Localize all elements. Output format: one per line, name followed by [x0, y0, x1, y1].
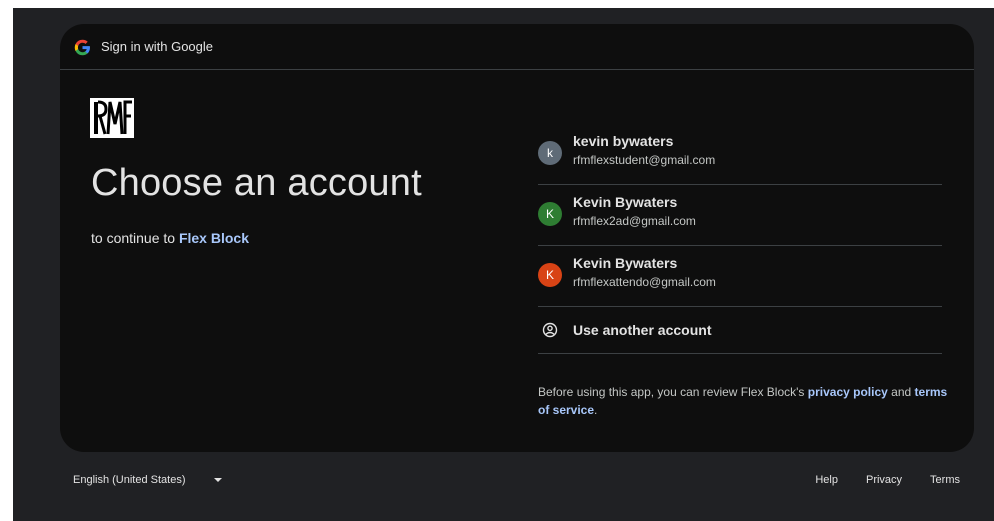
avatar: K [538, 202, 562, 226]
privacy-policy-link[interactable]: privacy policy [808, 385, 888, 399]
help-link[interactable]: Help [815, 474, 838, 486]
account-email: rfmflexattendo@gmail.com [573, 275, 716, 289]
chevron-down-icon [213, 478, 222, 482]
page-background: Sign in with Google Choose an account to… [13, 8, 994, 521]
rmf-logo-icon [90, 98, 134, 138]
policy-suffix: . [594, 403, 598, 417]
account-name: Kevin Bywaters [573, 255, 678, 271]
account-name: Kevin Bywaters [573, 194, 678, 210]
continue-line: to continue to Flex Block [91, 230, 249, 246]
header-title: Sign in with Google [101, 39, 214, 54]
account-email: rfmflexstudent@gmail.com [573, 153, 716, 167]
page-title: Choose an account [91, 162, 422, 204]
app-name-link[interactable]: Flex Block [179, 230, 249, 246]
account-circle-icon [542, 322, 558, 338]
policy-text: Before using this app, you can review Fl… [538, 383, 948, 419]
account-item[interactable]: K Kevin Bywaters rfmflex2ad@gmail.com [538, 185, 942, 246]
use-another-account-button[interactable]: Use another account [538, 307, 942, 354]
language-label: English (United States) [73, 474, 186, 486]
account-item[interactable]: K Kevin Bywaters rfmflexattendo@gmail.co… [538, 246, 942, 307]
terms-link[interactable]: Terms [930, 474, 960, 486]
sign-in-card: Sign in with Google Choose an account to… [60, 24, 974, 452]
account-name: kevin bywaters [573, 133, 674, 149]
avatar: K [538, 263, 562, 287]
account-email: rfmflex2ad@gmail.com [573, 214, 696, 228]
continue-prefix: to continue to [91, 230, 176, 246]
footer-links: Help Privacy Terms [787, 474, 960, 486]
policy-and: and [891, 385, 912, 399]
account-list: k kevin bywaters rfmflexstudent@gmail.co… [538, 124, 942, 354]
use-another-account-label: Use another account [573, 322, 712, 338]
account-item[interactable]: k kevin bywaters rfmflexstudent@gmail.co… [538, 124, 942, 185]
avatar: k [538, 141, 562, 165]
language-selector[interactable]: English (United States) [73, 474, 222, 486]
privacy-link[interactable]: Privacy [866, 474, 902, 486]
policy-prefix: Before using this app, you can review Fl… [538, 385, 805, 399]
google-g-icon [74, 39, 90, 56]
card-header: Sign in with Google [60, 24, 974, 70]
